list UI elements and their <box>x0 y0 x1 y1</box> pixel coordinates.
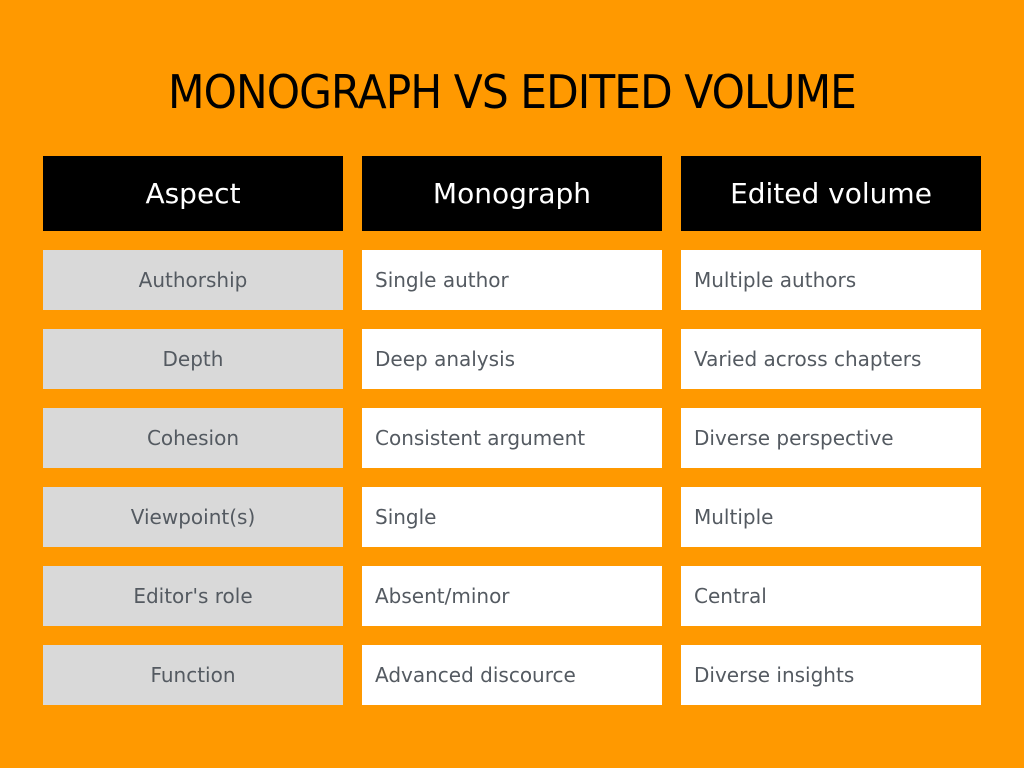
monograph-cell: Consistent argument <box>362 408 662 468</box>
aspect-cell: Cohesion <box>43 408 343 468</box>
monograph-cell: Deep analysis <box>362 329 662 389</box>
edited-volume-cell: Varied across chapters <box>681 329 981 389</box>
edited-volume-cell: Diverse perspective <box>681 408 981 468</box>
page-title: MONOGRAPH VS EDITED VOLUME <box>167 65 857 119</box>
aspect-cell: Depth <box>43 329 343 389</box>
edited-volume-cell: Multiple authors <box>681 250 981 310</box>
edited-volume-cell: Diverse insights <box>681 645 981 705</box>
aspect-cell: Viewpoint(s) <box>43 487 343 547</box>
monograph-cell: Single <box>362 487 662 547</box>
edited-volume-cell: Central <box>681 566 981 626</box>
aspect-cell: Authorship <box>43 250 343 310</box>
aspect-cell: Function <box>43 645 343 705</box>
monograph-cell: Absent/minor <box>362 566 662 626</box>
header-aspect: Aspect <box>43 156 343 231</box>
edited-volume-cell: Multiple <box>681 487 981 547</box>
monograph-cell: Single author <box>362 250 662 310</box>
header-edited-volume: Edited volume <box>681 156 981 231</box>
monograph-cell: Advanced discource <box>362 645 662 705</box>
header-monograph: Monograph <box>362 156 662 231</box>
aspect-cell: Editor's role <box>43 566 343 626</box>
